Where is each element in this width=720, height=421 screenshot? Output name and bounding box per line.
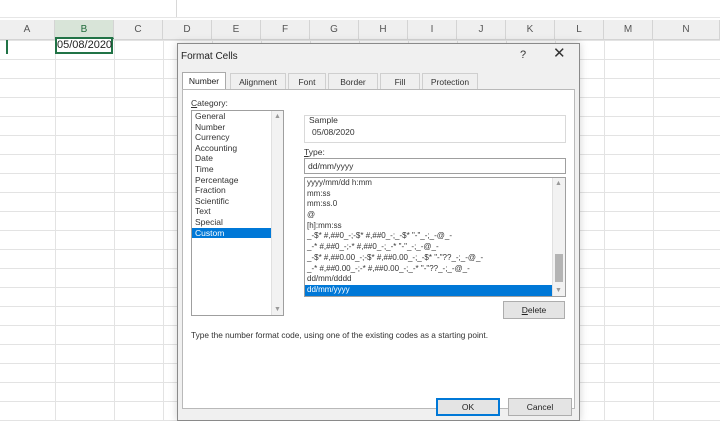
category-item-currency[interactable]: Currency	[192, 132, 283, 143]
format-cells-dialog: Format Cells ? ✕ Number Alignment Font B…	[177, 43, 580, 421]
sample-box: Sample 05/08/2020	[304, 115, 566, 143]
format-code-list[interactable]: yyyy/mm/dd h:mm mm:ss mm:ss.0 @ [h]:mm:ss _-$…	[304, 177, 566, 297]
column-header-c[interactable]: C	[114, 20, 163, 39]
column-header-n[interactable]: N	[653, 20, 720, 39]
active-cell-b1[interactable]: 05/08/2020	[55, 37, 113, 54]
category-items: General Number Currency Accounting Date Time P…	[192, 111, 283, 239]
format-code-item[interactable]: _-$* #,##0.00_-;-$* #,##0.00_-;_-$* "-"?…	[305, 253, 553, 264]
column-header-k[interactable]: K	[506, 20, 555, 39]
category-item-date[interactable]: Date	[192, 153, 283, 164]
category-item-fraction[interactable]: Fraction	[192, 185, 283, 196]
category-list[interactable]: General Number Currency Accounting Date Time P…	[191, 110, 284, 316]
scroll-down-arrow-icon[interactable]: ▼	[273, 306, 282, 313]
column-header-f[interactable]: F	[261, 20, 310, 39]
format-code-item[interactable]: [h]:mm:ss	[305, 221, 553, 232]
tab-border[interactable]: Border	[328, 73, 378, 89]
cancel-button[interactable]: Cancel	[508, 398, 572, 416]
scroll-down-arrow-icon[interactable]: ▼	[554, 287, 563, 294]
type-label: Type:	[304, 147, 325, 157]
format-hint-text: Type the number format code, using one o…	[191, 330, 489, 340]
column-header-m[interactable]: M	[604, 20, 653, 39]
category-item-number[interactable]: Number	[192, 122, 283, 133]
column-header-i[interactable]: I	[408, 20, 457, 39]
tab-number[interactable]: Number	[182, 72, 226, 90]
category-scrollbar[interactable]: ▲ ▼	[271, 111, 283, 315]
close-icon[interactable]: ✕	[553, 46, 566, 61]
scrollbar-thumb[interactable]	[555, 254, 563, 282]
help-icon[interactable]: ?	[520, 49, 526, 61]
column-header-d[interactable]: D	[163, 20, 212, 39]
type-input[interactable]	[304, 158, 566, 174]
column-header-j[interactable]: J	[457, 20, 506, 39]
scroll-up-arrow-icon[interactable]: ▲	[273, 113, 282, 120]
column-header-g[interactable]: G	[310, 20, 359, 39]
grid-column-line	[114, 40, 115, 421]
tab-protection[interactable]: Protection	[422, 73, 478, 89]
format-code-scrollbar[interactable]: ▲ ▼	[552, 178, 565, 296]
format-code-item[interactable]: mm:ss.0	[305, 199, 553, 210]
category-item-text[interactable]: Text	[192, 206, 283, 217]
format-code-item[interactable]: dd/mm/yyyy	[305, 284, 553, 296]
category-item-special[interactable]: Special	[192, 217, 283, 228]
tab-fill[interactable]: Fill	[380, 73, 420, 89]
category-item-accounting[interactable]: Accounting	[192, 143, 283, 154]
formula-bar-area	[0, 0, 720, 18]
format-code-items: yyyy/mm/dd h:mm mm:ss mm:ss.0 @ [h]:mm:ss _-$…	[305, 178, 553, 296]
category-item-scientific[interactable]: Scientific	[192, 196, 283, 207]
category-item-time[interactable]: Time	[192, 164, 283, 175]
format-code-item[interactable]: _-* #,##0_-;-* #,##0_-;_-* "-"_-;_-@_-	[305, 242, 553, 253]
category-label: Category:	[191, 98, 228, 108]
dialog-title: Format Cells	[181, 51, 238, 62]
format-code-item[interactable]: mm:ss	[305, 189, 553, 200]
scroll-up-arrow-icon[interactable]: ▲	[554, 180, 563, 187]
grid-column-line	[604, 40, 605, 421]
category-item-general[interactable]: General	[192, 111, 283, 122]
grid-column-line	[163, 40, 164, 421]
format-code-item[interactable]: @	[305, 210, 553, 221]
format-code-item[interactable]: _-* #,##0.00_-;-* #,##0.00_-;_-* "-"??_-…	[305, 264, 553, 275]
sample-value: 05/08/2020	[312, 127, 355, 137]
formula-bar-divider	[176, 0, 177, 17]
column-header-h[interactable]: H	[359, 20, 408, 39]
ok-button[interactable]: OK	[436, 398, 500, 416]
column-header-e[interactable]: E	[212, 20, 261, 39]
tab-alignment[interactable]: Alignment	[230, 73, 286, 89]
grid-column-line	[653, 40, 654, 421]
delete-button[interactable]: Delete	[503, 301, 565, 319]
column-header-a[interactable]: A	[0, 20, 55, 39]
column-header-l[interactable]: L	[555, 20, 604, 39]
row-selection-marker	[6, 40, 8, 54]
grid-column-line	[55, 40, 56, 421]
dialog-tabs: Number Alignment Font Border Fill Protec…	[178, 72, 581, 90]
format-code-item[interactable]: _-$* #,##0_-;-$* #,##0_-;_-$* "-"_-;_-@_…	[305, 231, 553, 242]
format-code-item[interactable]: yyyy/mm/dd h:mm	[305, 178, 553, 189]
tab-font[interactable]: Font	[288, 73, 326, 89]
category-item-percentage[interactable]: Percentage	[192, 175, 283, 186]
format-code-item[interactable]: dd/mm/dddd	[305, 274, 553, 285]
category-item-custom[interactable]: Custom	[192, 227, 283, 239]
sample-label: Sample	[309, 115, 338, 125]
